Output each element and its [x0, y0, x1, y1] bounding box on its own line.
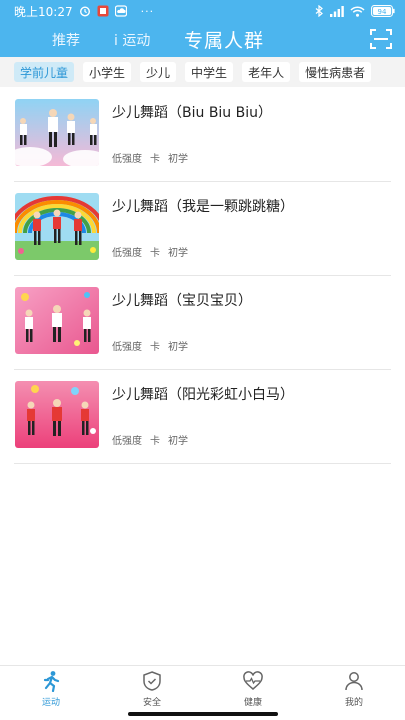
course-title: 少儿舞蹈（我是一颗跳跳糖） — [112, 199, 294, 215]
bluetooth-icon — [315, 5, 323, 17]
nav-safety-label: 安全 — [142, 698, 161, 708]
wifi-icon — [350, 5, 365, 17]
category-bar: 学前儿童 小学生 少儿 中学生 老年人 慢性病患者 — [0, 57, 405, 87]
status-time: 晚上10:27 — [14, 4, 73, 19]
list-item[interactable]: 少儿舞蹈（Biu Biu Biu） 低强度 卡 初学 — [14, 88, 391, 182]
course-thumbnail — [15, 193, 99, 260]
course-list: 少儿舞蹈（Biu Biu Biu） 低强度 卡 初学 少儿舞蹈（我是一颗跳跳糖）… — [0, 88, 405, 464]
running-icon — [43, 671, 60, 692]
category-elderly[interactable]: 老年人 — [242, 62, 291, 82]
home-indicator — [128, 712, 278, 716]
nav-sport[interactable]: 运动 — [26, 670, 76, 710]
user-icon — [345, 672, 363, 691]
cloud-icon — [114, 5, 127, 17]
course-intensity: 低强度 — [112, 154, 142, 165]
course-level: 初学 — [168, 154, 188, 165]
top-header: 晚上10:27 ··· 94 推荐 i 运动 专属人群 — [0, 0, 405, 57]
shield-icon — [143, 671, 161, 691]
battery-icon: 94 — [371, 5, 395, 17]
list-item[interactable]: 少儿舞蹈（阳光彩虹小白马） 低强度 卡 初学 — [14, 370, 391, 464]
alarm-icon — [79, 6, 90, 17]
category-chronic-patients[interactable]: 慢性病患者 — [299, 62, 372, 82]
nav-health[interactable]: 健康 — [228, 670, 278, 710]
list-item[interactable]: 少儿舞蹈（我是一颗跳跳糖） 低强度 卡 初学 — [14, 182, 391, 276]
signal-icon — [330, 5, 344, 17]
category-middle-school[interactable]: 中学生 — [185, 62, 234, 82]
course-level: 初学 — [168, 248, 188, 259]
course-thumbnail — [15, 381, 99, 448]
nav-safety[interactable]: 安全 — [127, 670, 177, 710]
course-calorie-unit: 卡 — [150, 248, 160, 259]
list-item[interactable]: 少儿舞蹈（宝贝宝贝） 低强度 卡 初学 — [14, 276, 391, 370]
tab-recommend[interactable]: 推荐 — [52, 30, 80, 50]
nav-health-label: 健康 — [243, 698, 262, 708]
course-title: 少儿舞蹈（Biu Biu Biu） — [112, 105, 273, 121]
category-preschool[interactable]: 学前儿童 — [14, 62, 75, 82]
course-intensity: 低强度 — [112, 436, 142, 447]
status-bar: 晚上10:27 ··· 94 — [0, 0, 405, 22]
category-juvenile[interactable]: 少儿 — [140, 62, 177, 82]
course-level: 初学 — [168, 436, 188, 447]
course-level: 初学 — [168, 342, 188, 353]
course-calorie-unit: 卡 — [150, 342, 160, 353]
heart-pulse-icon — [243, 671, 263, 690]
course-title: 少儿舞蹈（宝贝宝贝） — [112, 293, 252, 309]
course-title: 少儿舞蹈（阳光彩虹小白马） — [112, 387, 294, 403]
scan-icon[interactable] — [369, 27, 393, 51]
app-notification-icon — [97, 5, 109, 17]
top-nav: 推荐 i 运动 专属人群 — [0, 26, 405, 54]
course-calorie-unit: 卡 — [150, 436, 160, 447]
nav-profile-label: 我的 — [344, 698, 363, 708]
category-primary[interactable]: 小学生 — [83, 62, 132, 82]
battery-level: 94 — [378, 8, 387, 16]
course-thumbnail — [15, 287, 99, 354]
nav-sport-label: 运动 — [41, 698, 60, 708]
course-calorie-unit: 卡 — [150, 154, 160, 165]
tab-i-sport[interactable]: i 运动 — [114, 30, 150, 50]
course-thumbnail — [15, 99, 99, 166]
nav-profile[interactable]: 我的 — [329, 670, 379, 710]
course-intensity: 低强度 — [112, 342, 142, 353]
more-notifications-icon: ··· — [140, 4, 155, 18]
tab-exclusive-groups[interactable]: 专属人群 — [184, 26, 264, 53]
course-intensity: 低强度 — [112, 248, 142, 259]
